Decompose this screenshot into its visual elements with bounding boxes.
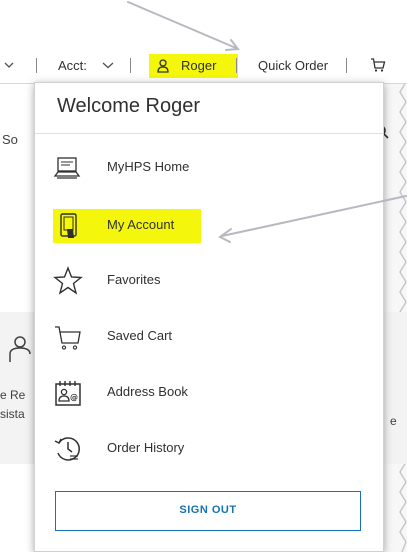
- annotation-arrow-top: [127, 1, 237, 49]
- sign-out-button[interactable]: SIGN OUT: [55, 491, 361, 531]
- background-text-3: e: [390, 414, 397, 428]
- menu-item-label: My Account: [107, 217, 175, 232]
- top-navigation-bar: Acct: Roger Quick Order: [0, 48, 407, 84]
- account-chevron-down-icon[interactable]: [102, 61, 114, 69]
- quick-order-link[interactable]: Quick Order: [258, 58, 328, 73]
- background-text-2: sista: [0, 407, 25, 421]
- menu-item-label: Favorites: [107, 272, 161, 287]
- menu-item-label: MyHPS Home: [107, 159, 190, 174]
- welcome-title: Welcome Roger: [57, 95, 201, 117]
- cart-icon: [55, 326, 81, 350]
- menu-item-label: Order History: [107, 440, 185, 455]
- divider: [35, 133, 383, 134]
- menu-item-address-book[interactable]: @ Address Book: [35, 368, 383, 418]
- star-icon: [53, 266, 83, 295]
- history-icon: [54, 437, 80, 461]
- svg-text:@: @: [70, 393, 78, 402]
- separator: [36, 58, 37, 73]
- chevron-down-icon[interactable]: [4, 61, 14, 69]
- menu-item-order-history[interactable]: Order History: [35, 424, 383, 474]
- background-text-1: e Re: [0, 388, 26, 402]
- laptop-icon: [53, 157, 81, 179]
- search-fragment: So: [2, 132, 18, 147]
- page-torn-edge: [399, 52, 407, 552]
- user-icon: [157, 59, 169, 73]
- separator: [130, 58, 131, 73]
- menu-item-label: Address Book: [107, 384, 188, 399]
- separator: [236, 58, 237, 73]
- menu-item-my-account[interactable]: My Account: [35, 201, 383, 251]
- menu-item-favorites[interactable]: Favorites: [35, 256, 383, 306]
- account-selector-label[interactable]: Acct:: [58, 58, 87, 73]
- user-account-dropdown: Welcome Roger MyHPS Home My Account Favo…: [34, 82, 384, 552]
- separator: [346, 58, 347, 73]
- address-book-icon: @: [55, 381, 81, 406]
- user-menu-button[interactable]: Roger: [181, 58, 216, 73]
- menu-item-saved-cart[interactable]: Saved Cart: [35, 312, 383, 362]
- menu-item-label: Saved Cart: [107, 328, 173, 343]
- cart-icon[interactable]: [370, 57, 386, 73]
- menu-item-myhps-home[interactable]: MyHPS Home: [35, 143, 383, 193]
- account-tablet-icon: [60, 213, 77, 238]
